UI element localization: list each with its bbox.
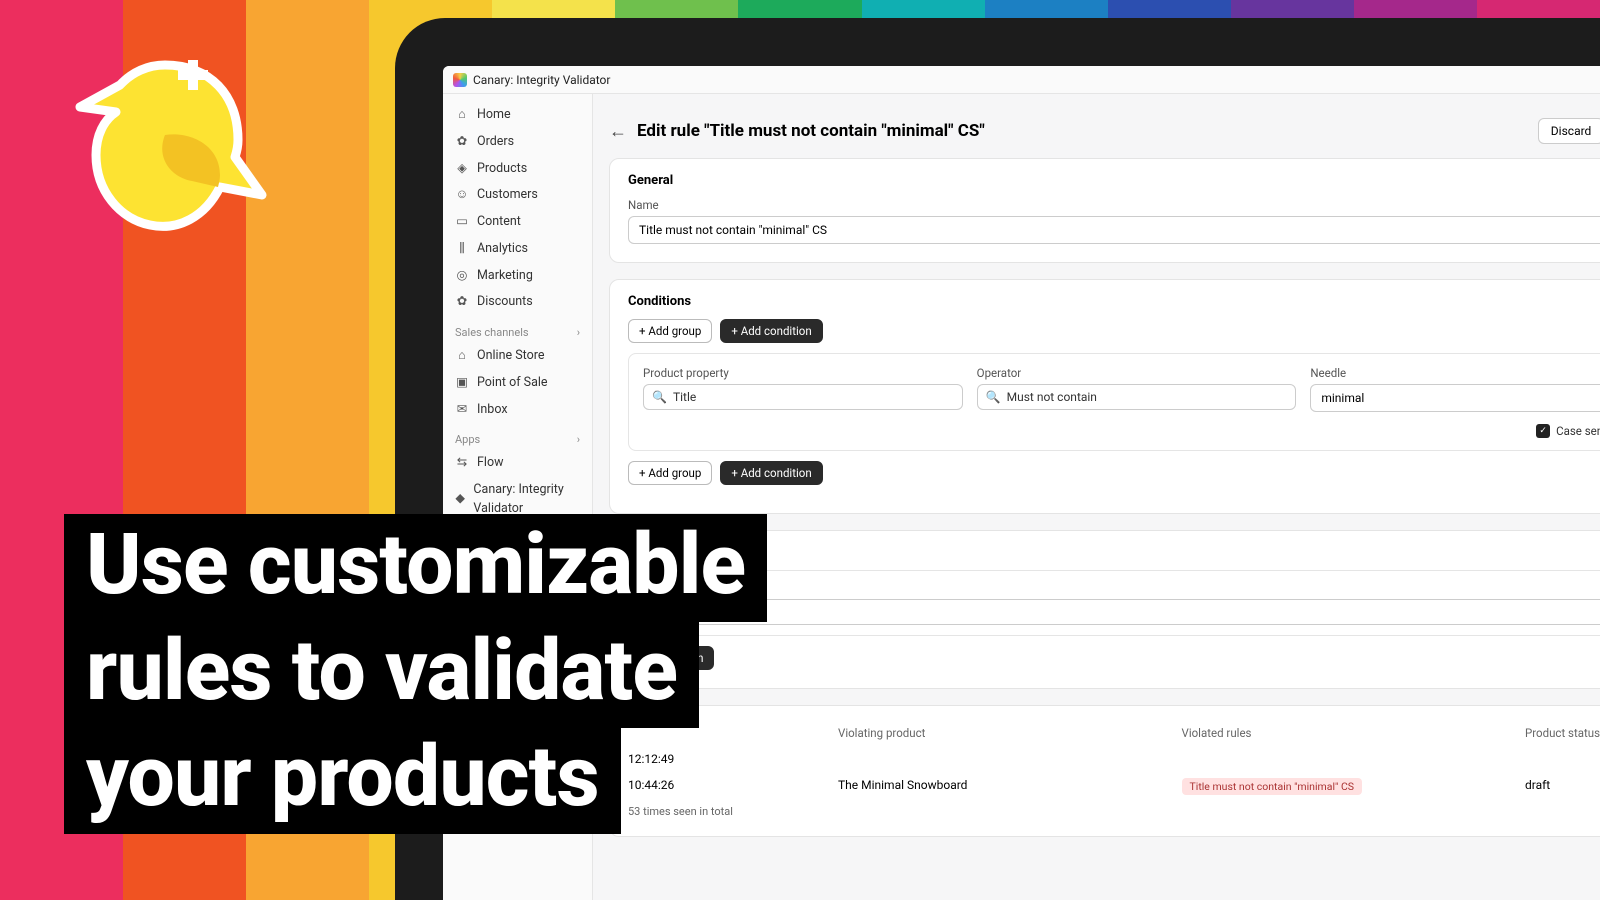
app-title: Canary: Integrity Validator <box>473 73 610 87</box>
property-label: Product property <box>643 366 963 380</box>
col-status: Product status <box>1525 726 1600 740</box>
analytics-icon: ⫼ <box>455 240 469 259</box>
col-rules: Violated rules <box>1182 726 1516 740</box>
section-sales-channels: Sales channels› <box>449 316 586 343</box>
page-title: Edit rule "Title must not contain "minim… <box>637 121 985 141</box>
general-heading: General <box>628 173 1600 188</box>
nav-pos[interactable]: ▣Point of Sale <box>449 370 586 397</box>
nav-orders[interactable]: ✿Orders <box>449 129 586 156</box>
nav-products[interactable]: ◈Products <box>449 156 586 183</box>
section-apps: Apps› <box>449 423 586 450</box>
store-icon: ⌂ <box>455 347 469 366</box>
col-product: Violating product <box>838 726 1172 740</box>
pos-icon: ▣ <box>455 374 469 393</box>
discounts-icon: ✿ <box>455 293 469 312</box>
case-sensitive-checkbox[interactable]: ✓ <box>1536 424 1550 438</box>
canary-logo <box>70 45 270 245</box>
condition-row: 🗑 Product property 🔍Title Operator 🔍Must… <box>628 353 1600 451</box>
add-condition-button[interactable]: + Add condition <box>720 319 822 343</box>
action-label: Action <box>643 581 1600 595</box>
customers-icon: ☺ <box>455 186 469 205</box>
app-topbar: Canary: Integrity Validator 📌 ⋯ <box>443 66 1600 94</box>
home-icon: ⌂ <box>455 106 469 125</box>
conditions-card: Conditions + Add group + Add condition 🗑… <box>609 279 1600 514</box>
content-icon: ▭ <box>455 213 469 232</box>
case-sensitive-label: Case sensitive <box>1556 424 1600 438</box>
nav-marketing[interactable]: ◎Marketing <box>449 263 586 290</box>
add-group-button[interactable]: + Add group <box>628 319 712 343</box>
discard-button[interactable]: Discard <box>1538 118 1600 144</box>
back-button[interactable]: ← <box>609 121 627 142</box>
rule-name-input[interactable] <box>628 216 1600 244</box>
nav-content[interactable]: ▭Content <box>449 209 586 236</box>
nav-flow[interactable]: ⇆Flow <box>449 450 586 477</box>
rule-badge: Title must not contain "minimal" CS <box>1182 778 1363 795</box>
chevron-right-icon[interactable]: › <box>577 433 580 446</box>
nav-analytics[interactable]: ⫼Analytics <box>449 236 586 263</box>
seen-total: 53 times seen in total <box>628 805 1600 818</box>
chevron-right-icon[interactable]: › <box>577 326 580 339</box>
nav-online-store[interactable]: ⌂Online Store <box>449 343 586 370</box>
operator-label: Operator <box>977 366 1297 380</box>
actions-heading: Actions <box>628 545 1600 560</box>
inbox-icon: ✉ <box>455 401 469 420</box>
general-card: General Name <box>609 158 1600 263</box>
operator-select[interactable]: 🔍Must not contain <box>977 384 1297 410</box>
app-logo-icon <box>453 73 467 87</box>
flow-icon: ⇆ <box>455 454 469 473</box>
marketing-icon: ◎ <box>455 267 469 286</box>
add-condition-button-2[interactable]: + Add condition <box>720 461 822 485</box>
search-icon: 🔍 <box>652 390 667 404</box>
violation-row[interactable]: 10:44:26 The Minimal Snowboard Title mus… <box>628 772 1600 801</box>
nav-discounts[interactable]: ✿Discounts <box>449 289 586 316</box>
needle-label: Needle <box>1310 366 1600 380</box>
nav-home[interactable]: ⌂Home <box>449 102 586 129</box>
violation-row[interactable]: 12:12:49 <box>628 746 1600 772</box>
conditions-heading: Conditions <box>628 294 1600 309</box>
marketing-headline: Use customizable rules to validate your … <box>64 516 767 834</box>
search-icon: 🔍 <box>986 390 1001 404</box>
orders-icon: ✿ <box>455 133 469 152</box>
action-select[interactable]: 🔍Log <box>643 599 1600 625</box>
nav-customers[interactable]: ☺Customers <box>449 182 586 209</box>
add-group-button-2[interactable]: + Add group <box>628 461 712 485</box>
canary-icon: ◆ <box>455 490 465 509</box>
nav-inbox[interactable]: ✉Inbox <box>449 397 586 424</box>
name-label: Name <box>628 198 1600 212</box>
products-icon: ◈ <box>455 160 469 179</box>
property-select[interactable]: 🔍Title <box>643 384 963 410</box>
needle-input[interactable] <box>1310 384 1600 412</box>
